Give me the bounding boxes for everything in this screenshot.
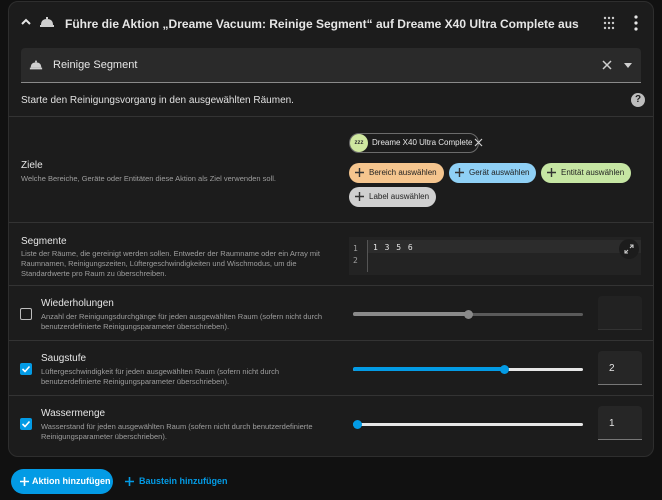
- check-icon: [21, 365, 31, 373]
- slider-thumb[interactable]: [464, 310, 473, 319]
- water-number-input[interactable]: 1: [598, 406, 642, 440]
- suction-label: Saugstufe: [41, 353, 87, 364]
- card-header[interactable]: Führe die Aktion „Dreame Vacuum: Reinige…: [9, 2, 653, 44]
- drag-handle-icon[interactable]: [603, 16, 615, 30]
- segments-code-editor[interactable]: 1 2 1 3 5 6: [349, 237, 641, 275]
- repeats-checkbox[interactable]: [20, 308, 32, 320]
- water-checkbox[interactable]: [20, 418, 32, 430]
- segments-label: Segmente: [21, 236, 67, 247]
- slider-fill: [353, 312, 469, 316]
- more-vert-icon[interactable]: [633, 15, 639, 31]
- card-title: Führe die Aktion „Dreame Vacuum: Reinige…: [65, 17, 579, 31]
- add-action-button[interactable]: Aktion hinzufügen: [11, 469, 113, 494]
- help-icon[interactable]: ?: [631, 93, 645, 107]
- expand-icon: [624, 244, 634, 254]
- targets-description: Welche Bereiche, Geräte oder Entitäten d…: [21, 174, 276, 183]
- add-action-label: Aktion hinzufügen: [32, 476, 111, 486]
- targets-label: Ziele: [21, 160, 43, 171]
- select-device-button[interactable]: Gerät auswählen: [449, 163, 537, 183]
- action-card: Führe die Aktion „Dreame Vacuum: Reinige…: [8, 1, 654, 457]
- repeats-slider[interactable]: [353, 306, 583, 322]
- check-icon: [21, 420, 31, 428]
- clear-icon[interactable]: [601, 59, 613, 71]
- plus-icon: [355, 192, 364, 201]
- slider-fill: [353, 367, 505, 371]
- select-area-label: Bereich auswählen: [369, 168, 437, 177]
- select-entity-label: Entität auswählen: [561, 168, 625, 177]
- sleep-icon: zzz: [350, 134, 368, 152]
- entity-chip-label: Dreame X40 Ultra Complete: [372, 138, 473, 147]
- select-area-button[interactable]: Bereich auswählen: [349, 163, 444, 183]
- plus-icon: [20, 477, 29, 486]
- entity-chip[interactable]: zzz Dreame X40 Ultra Complete: [349, 133, 483, 153]
- repeats-number-input[interactable]: [598, 296, 642, 330]
- expand-button[interactable]: [619, 239, 639, 259]
- select-label-button[interactable]: Label auswählen: [349, 187, 437, 207]
- slider-thumb[interactable]: [353, 420, 362, 429]
- repeats-description: Anzahl der Reinigungsdurchgänge für jede…: [41, 312, 323, 331]
- repeats-row: Wiederholungen Anzahl der Reinigungsdurc…: [9, 285, 653, 340]
- gutter-divider: [367, 240, 368, 272]
- segments-row: Segmente Liste der Räume, die gereinigt …: [9, 222, 653, 285]
- remove-icon[interactable]: [474, 138, 483, 147]
- targets-row: Ziele Welche Bereiche, Geräte oder Entit…: [9, 116, 653, 222]
- slider-thumb[interactable]: [500, 365, 509, 374]
- chevron-down-icon[interactable]: [624, 63, 632, 68]
- line-number: 2: [353, 256, 358, 265]
- repeats-label: Wiederholungen: [41, 298, 114, 309]
- select-label-label: Label auswählen: [369, 192, 430, 201]
- action-select-value: Reinige Segment: [53, 59, 138, 71]
- slider-track: [353, 423, 583, 426]
- plus-icon: [125, 477, 134, 486]
- water-label: Wassermenge: [41, 408, 106, 419]
- suction-description: Lüftergeschwindigkeit für jeden ausgewäh…: [41, 367, 280, 386]
- suction-number-input[interactable]: 2: [598, 351, 642, 385]
- vacuum-icon: [40, 17, 54, 27]
- code-text: 1 3 5 6: [373, 243, 414, 252]
- line-number: 1: [353, 244, 358, 253]
- plus-icon: [455, 168, 464, 177]
- suction-checkbox[interactable]: [20, 363, 32, 375]
- action-select[interactable]: Reinige Segment: [21, 48, 641, 83]
- suction-row: Saugstufe Lüftergeschwindigkeit für jede…: [9, 340, 653, 395]
- water-row: Wassermenge Wasserstand für jeden ausgew…: [9, 395, 653, 457]
- add-block-label: Baustein hinzufügen: [139, 476, 228, 486]
- water-description: Wasserstand für jeden ausgewählten Raum …: [41, 422, 313, 441]
- add-block-button[interactable]: Baustein hinzufügen: [124, 469, 228, 494]
- plus-icon: [547, 168, 556, 177]
- plus-icon: [355, 168, 364, 177]
- segments-description: Liste der Räume, die gereinigt werden so…: [21, 249, 320, 278]
- water-slider[interactable]: [353, 416, 583, 432]
- action-description: Starte den Reinigungsvorgang in den ausg…: [21, 95, 294, 106]
- vacuum-icon: [29, 60, 43, 70]
- line-numbers: 1 2: [353, 243, 358, 267]
- select-device-label: Gerät auswählen: [469, 168, 530, 177]
- select-entity-button[interactable]: Entität auswählen: [541, 163, 632, 183]
- chevron-up-icon[interactable]: [19, 15, 33, 29]
- suction-slider[interactable]: [353, 361, 583, 377]
